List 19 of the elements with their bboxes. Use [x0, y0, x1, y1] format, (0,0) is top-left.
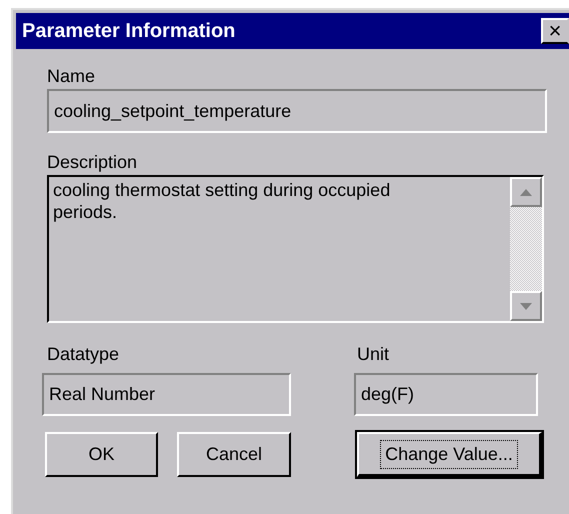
name-field[interactable]: cooling_setpoint_temperature: [47, 89, 547, 133]
scrollbar[interactable]: [510, 177, 542, 321]
scroll-down-button[interactable]: [510, 291, 542, 321]
datatype-field[interactable]: Real Number: [42, 373, 291, 416]
dialog-button[interactable]: OK: [45, 432, 158, 477]
field-label: Description: [47, 151, 138, 174]
down-arrow-icon: [520, 302, 532, 310]
description-text: cooling thermostat setting during occupied periods.: [53, 179, 392, 223]
field-label: Unit: [356, 343, 390, 366]
up-arrow-icon: [520, 188, 532, 196]
dialog-button[interactable]: Change Value...: [357, 432, 542, 477]
field-label: Name: [47, 65, 96, 88]
field-label: Datatype: [46, 343, 120, 366]
unit-field[interactable]: deg(F): [354, 373, 538, 416]
close-button[interactable]: ×: [541, 18, 569, 44]
dialog-button[interactable]: Cancel: [177, 432, 291, 477]
scroll-up-button[interactable]: [510, 177, 542, 207]
description-field[interactable]: cooling thermostat setting during occupied periods.: [47, 175, 544, 323]
window-title: Parameter Information: [22, 19, 236, 44]
